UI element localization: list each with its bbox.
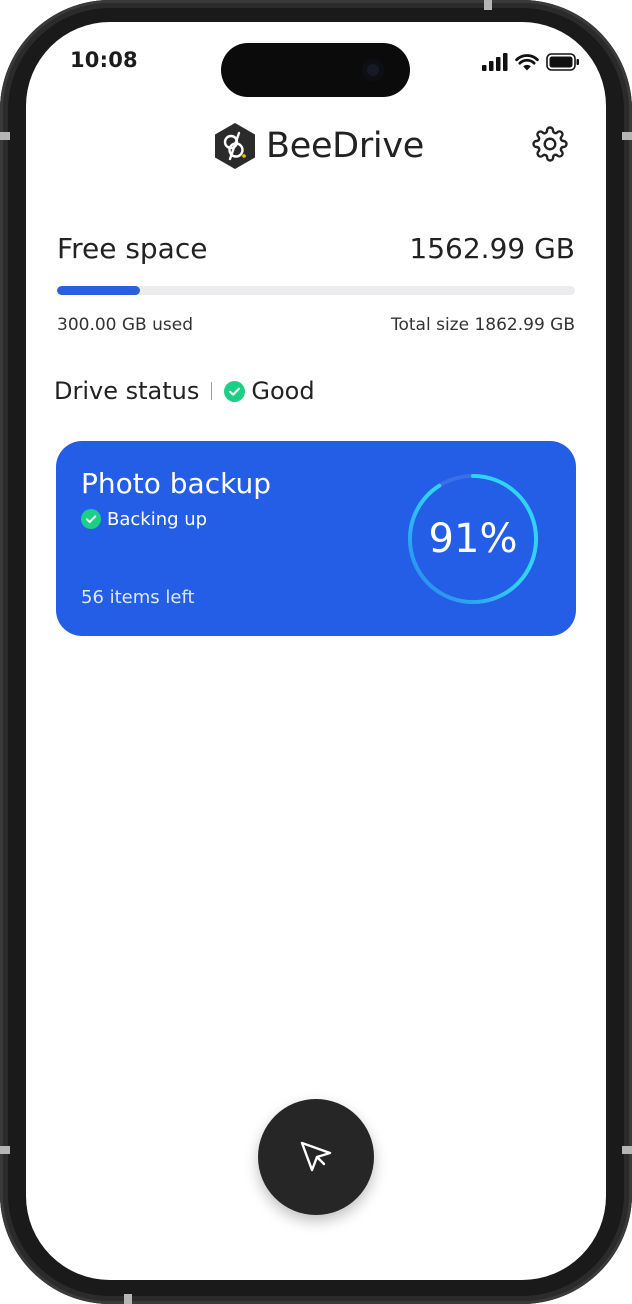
backup-status-text: Backing up (107, 508, 208, 530)
app-header: BeeDrive (26, 112, 606, 182)
dynamic-island (221, 43, 410, 97)
free-space-label: Free space (57, 232, 208, 265)
side-button (124, 1294, 132, 1304)
storage-progress-bar (57, 286, 575, 295)
beedrive-logo-icon (215, 123, 255, 169)
total-size-label: Total size 1862.99 GB (390, 315, 575, 335)
side-button (622, 132, 632, 140)
side-button (0, 132, 10, 140)
gear-icon (532, 126, 568, 162)
drive-status: Drive status Good (54, 374, 315, 408)
side-button (484, 0, 492, 10)
wifi-icon (515, 54, 539, 71)
check-circle-icon (224, 380, 246, 402)
brand-name: BeeDrive (266, 126, 424, 166)
drive-status-value: Good (251, 377, 315, 405)
backup-progress-percent: 91% (428, 516, 518, 562)
app-screen: 10:08 BeeDrive Free space 1562.99 GB 300… (26, 22, 606, 1280)
status-time: 10:08 (70, 48, 138, 72)
phone-frame: 10:08 BeeDrive Free space 1562.99 GB 300… (0, 0, 632, 1304)
free-space-value: 1562.99 GB (409, 232, 575, 265)
used-space-label: 300.00 GB used (57, 315, 194, 335)
camera-icon (362, 59, 384, 81)
send-cursor-icon (300, 1141, 332, 1172)
photo-backup-card[interactable]: Photo backup Backing up 56 items left 91… (56, 441, 576, 636)
cellular-signal-icon (482, 53, 508, 71)
battery-icon (546, 53, 579, 71)
storage-progress-fill (57, 286, 141, 295)
status-bar: 10:08 (26, 22, 606, 102)
brand: BeeDrive (212, 120, 424, 172)
drive-status-label: Drive status (54, 377, 200, 405)
divider (211, 382, 213, 400)
side-button (0, 1146, 10, 1154)
side-button (622, 1146, 632, 1154)
backup-status: Backing up (81, 507, 207, 531)
status-icons (482, 52, 580, 72)
settings-button[interactable] (532, 126, 568, 162)
items-left: 56 items left (81, 587, 195, 608)
backup-title: Photo backup (81, 467, 271, 500)
send-button[interactable] (258, 1099, 374, 1215)
check-circle-icon (81, 509, 101, 529)
